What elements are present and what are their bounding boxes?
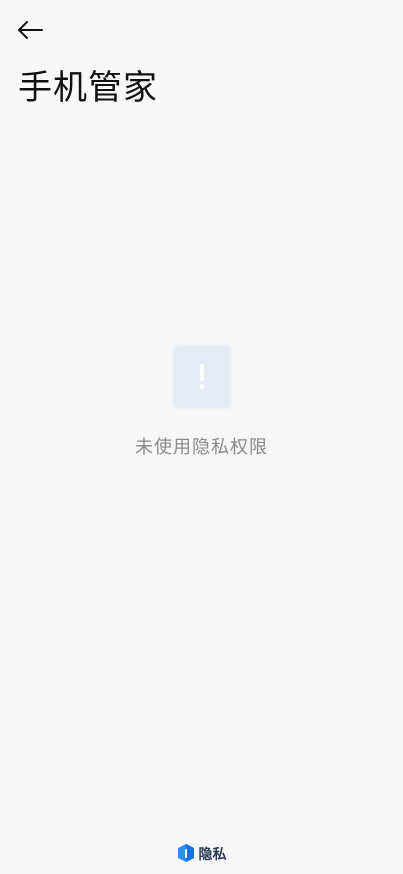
empty-message: 未使用隐私权限: [135, 437, 268, 458]
back-button[interactable]: [12, 16, 48, 48]
footer-brand: 隐私: [0, 844, 403, 866]
arrow-left-icon: [16, 19, 44, 45]
privacy-shield-icon: [177, 843, 195, 867]
page-title: 手机管家: [18, 68, 158, 108]
footer-label: 隐私: [198, 847, 227, 863]
exclamation-icon: [173, 346, 230, 408]
empty-state: 未使用隐私权限: [0, 346, 403, 460]
